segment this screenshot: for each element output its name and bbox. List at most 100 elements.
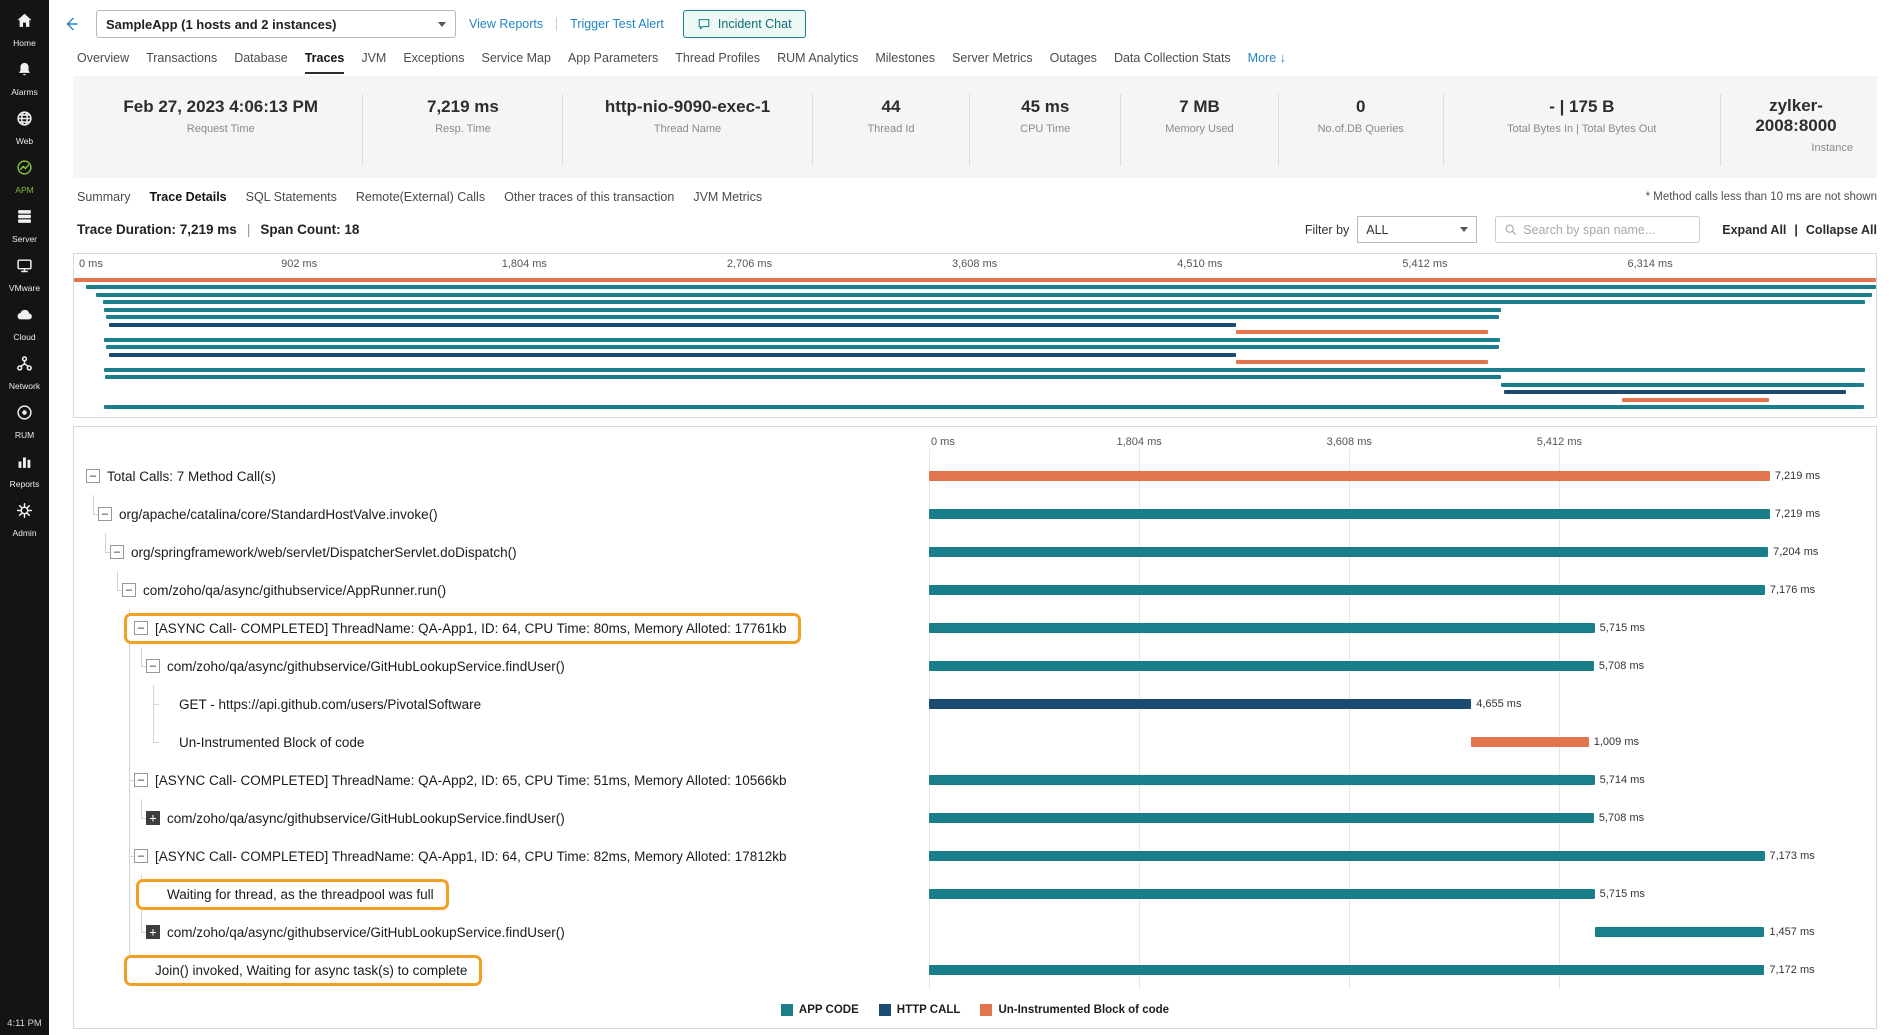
sidebar-item-server[interactable]: Server [9,208,40,244]
trace-row[interactable]: −com/zoho/qa/async/githubservice/GitHubL… [74,647,1876,685]
subtab-jvm-metrics[interactable]: JVM Metrics [693,190,762,204]
tab-service-map[interactable]: Service Map [481,51,550,74]
tab-jvm[interactable]: JVM [361,51,386,74]
subtab-summary[interactable]: Summary [77,190,130,204]
tab-rum-analytics[interactable]: RUM Analytics [777,51,858,74]
collapse-all-link[interactable]: Collapse All [1806,223,1877,237]
overview-span-bar[interactable] [104,368,1865,372]
trace-row[interactable]: +com/zoho/qa/async/githubservice/GitHubL… [74,799,1876,837]
tab-milestones[interactable]: Milestones [875,51,935,74]
trace-row[interactable]: −[ASYNC Call- COMPLETED] ThreadName: QA-… [74,837,1876,875]
collapse-icon[interactable]: − [122,583,136,597]
trace-row[interactable]: −[ASYNC Call- COMPLETED] ThreadName: QA-… [74,609,1876,647]
trace-row[interactable]: −org/springframework/web/servlet/Dispatc… [74,533,1876,571]
sidebar-item-web[interactable]: Web [9,110,40,146]
subtab-other-traces-of-this-transaction[interactable]: Other traces of this transaction [504,190,674,204]
trace-row[interactable]: +com/zoho/qa/async/githubservice/GitHubL… [74,913,1876,951]
overview-span-bar[interactable] [103,300,1866,304]
overview-span-bar[interactable] [74,278,1876,282]
span-bar[interactable] [929,851,1765,861]
overview-span-bar[interactable] [106,345,1498,349]
collapse-icon[interactable]: − [98,507,112,521]
tab-exceptions[interactable]: Exceptions [403,51,464,74]
filter-dropdown[interactable]: ALL [1357,216,1477,243]
subtab-sql-statements[interactable]: SQL Statements [246,190,337,204]
span-bar[interactable] [929,547,1768,557]
expand-all-link[interactable]: Expand All [1722,223,1786,237]
trace-row[interactable]: Join() invoked, Waiting for async task(s… [74,951,1876,989]
span-bar[interactable] [929,661,1594,671]
overview-span-bar[interactable] [96,293,1872,297]
sidebar-item-network[interactable]: Network [9,355,40,391]
tab-app-parameters[interactable]: App Parameters [568,51,658,74]
span-name: GET - https://api.github.com/users/Pivot… [179,697,481,712]
span-bar[interactable] [1471,737,1589,747]
sidebar-item-cloud[interactable]: Cloud [9,306,40,342]
overview-span-bar[interactable] [1236,360,1488,364]
expand-icon[interactable]: + [146,925,160,939]
overview-span-bar[interactable] [104,308,1501,312]
overview-span-bar[interactable] [106,315,1498,319]
tab-traces[interactable]: Traces [305,51,345,74]
collapse-icon[interactable]: − [86,469,100,483]
trace-row[interactable]: GET - https://api.github.com/users/Pivot… [74,685,1876,723]
overview-span-bar[interactable] [1236,330,1488,334]
tab-thread-profiles[interactable]: Thread Profiles [675,51,760,74]
expand-icon[interactable]: + [146,811,160,825]
tab-outages[interactable]: Outages [1050,51,1097,74]
collapse-icon[interactable]: − [134,621,148,635]
trace-row[interactable]: −[ASYNC Call- COMPLETED] ThreadName: QA-… [74,761,1876,799]
tab-server-metrics[interactable]: Server Metrics [952,51,1033,74]
tab-more[interactable]: More ↓ [1248,51,1286,74]
overview-span-bar[interactable] [1622,398,1769,402]
overview-span-bar[interactable] [104,338,1500,342]
overview-span-bar[interactable] [105,375,1500,379]
span-bar[interactable] [929,471,1770,481]
overview-span-bar[interactable] [1504,390,1846,394]
trace-overview-chart[interactable]: 0 ms902 ms1,804 ms2,706 ms3,608 ms4,510 … [73,253,1877,418]
subtab-remote-external-calls[interactable]: Remote(External) Calls [356,190,485,204]
trace-row[interactable]: −com/zoho/qa/async/githubservice/AppRunn… [74,571,1876,609]
overview-span-bar[interactable] [109,323,1236,327]
tab-transactions[interactable]: Transactions [146,51,217,74]
trace-row[interactable]: −Total Calls: 7 Method Call(s)7,219 ms [74,457,1876,495]
back-button[interactable] [63,14,83,34]
collapse-icon[interactable]: − [146,659,160,673]
span-bar[interactable] [929,699,1471,709]
span-bar[interactable] [929,965,1764,975]
overview-span-bar[interactable] [104,405,1864,409]
trace-row[interactable]: Un-Instrumented Block of code1,009 ms [74,723,1876,761]
trace-row[interactable]: −org/apache/catalina/core/StandardHostVa… [74,495,1876,533]
collapse-icon[interactable]: − [134,849,148,863]
trigger-test-alert-link[interactable]: Trigger Test Alert [570,17,664,31]
sidebar-item-apm[interactable]: APM [9,159,40,195]
sidebar-item-admin[interactable]: Admin [9,502,40,538]
overview-span-bar[interactable] [86,285,1876,289]
sidebar-item-reports[interactable]: Reports [9,453,40,489]
tab-overview[interactable]: Overview [77,51,129,74]
sidebar-item-alarms[interactable]: Alarms [9,61,40,97]
overview-span-bar[interactable] [109,353,1236,357]
span-search-box[interactable] [1495,216,1700,243]
span-bar[interactable] [929,509,1770,519]
sidebar-item-home[interactable]: Home [9,12,40,48]
incident-chat-button[interactable]: Incident Chat [683,10,806,38]
subtab-trace-details[interactable]: Trace Details [149,190,226,204]
sidebar-item-rum[interactable]: RUM [9,404,40,440]
sidebar-item-vmware[interactable]: VMware [9,257,40,293]
span-bar[interactable] [929,889,1595,899]
tab-data-collection-stats[interactable]: Data Collection Stats [1114,51,1231,74]
span-bar[interactable] [929,585,1765,595]
collapse-icon[interactable]: − [110,545,124,559]
view-reports-link[interactable]: View Reports [469,17,543,31]
overview-span-bar[interactable] [1501,383,1865,387]
span-bar[interactable] [1595,927,1765,937]
span-bar[interactable] [929,813,1594,823]
span-bar[interactable] [929,623,1595,633]
app-selector-dropdown[interactable]: SampleApp (1 hosts and 2 instances) [96,10,456,38]
collapse-icon[interactable]: − [134,773,148,787]
trace-row[interactable]: Waiting for thread, as the threadpool wa… [74,875,1876,913]
tab-database[interactable]: Database [234,51,288,74]
span-bar[interactable] [929,775,1595,785]
span-search-input[interactable] [1523,223,1691,237]
